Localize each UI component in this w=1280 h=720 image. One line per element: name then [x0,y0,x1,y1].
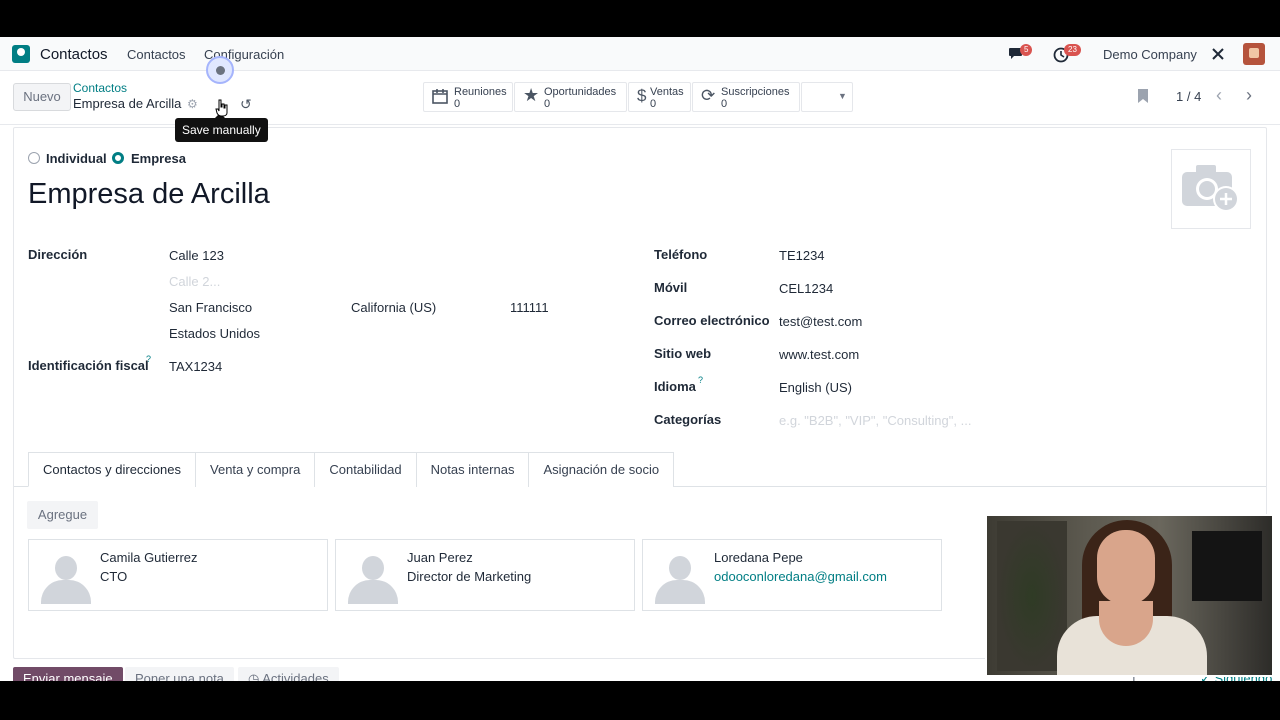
smart-label: Oportunidades [544,86,617,98]
tab-notas-internas[interactable]: Notas internas [415,452,530,487]
chevron-right-icon[interactable]: › [1246,85,1252,106]
language-label: Idioma [654,379,696,394]
smart-value: 0 [454,98,461,110]
new-button[interactable]: Nuevo [13,83,71,111]
app-name[interactable]: Contactos [40,46,108,63]
phone-field[interactable]: TE1234 [779,248,825,263]
contact-card[interactable]: Loredana Pepe odooconloredana@gmail.com [642,539,942,611]
smart-button-more[interactable]: ▼ [801,82,853,112]
website-label: Sitio web [654,346,712,361]
avatar-placeholder-icon [37,554,93,604]
photo-upload[interactable] [1171,149,1251,229]
bookmark-icon[interactable] [1137,88,1149,104]
contact-name: Loredana Pepe [714,550,803,565]
clock-icon: ◷ [248,671,263,681]
street2-field[interactable]: Calle 2... [169,274,220,289]
contact-card[interactable]: Juan Perez Director de Marketing [335,539,635,611]
top-navbar: Contactos Contactos Configuración 5 23 D… [0,37,1280,71]
language-field[interactable]: English (US) [779,380,852,395]
log-note-button[interactable]: Poner una nota [125,667,234,681]
smart-value: 0 [544,98,551,110]
radio-company-label[interactable]: Empresa [131,151,186,166]
vat-field[interactable]: TAX1234 [169,359,222,374]
contact-name: Juan Perez [407,550,473,565]
contact-card[interactable]: Camila Gutierrez CTO [28,539,328,611]
camera-plus-icon [1182,165,1239,212]
email-label: Correo electrónico [654,313,770,328]
radio-individual[interactable] [28,152,40,164]
pager-value[interactable]: 1 / 4 [1176,89,1201,104]
vat-label: Identificación fiscal [28,358,149,373]
street-field[interactable]: Calle 123 [169,248,224,263]
smart-button-suscripciones[interactable]: ⟳ Suscripciones 0 [692,82,800,112]
messages-badge: 5 [1020,44,1033,56]
email-field[interactable]: test@test.com [779,314,862,329]
avatar-placeholder-icon [651,554,707,604]
mobile-label: Móvil [654,280,688,295]
refresh-icon: ⟳ [701,86,716,105]
send-message-button[interactable]: Enviar mensaje [13,667,123,681]
smart-value: 0 [650,98,657,110]
partner-name-field[interactable]: Empresa de Arcilla [28,178,270,211]
smart-button-reuniones[interactable]: Reuniones 0 [423,82,513,112]
save-tooltip: Save manually [175,113,268,142]
webcam-plant [997,521,1067,671]
tab-venta-compra[interactable]: Venta y compra [195,452,316,487]
notebook-tabs: Contactos y direcciones Venta y compra C… [28,452,675,487]
activities-button[interactable]: ◷ Actividades [238,667,339,681]
dollar-icon: $ [637,86,647,105]
smart-button-oportunidades[interactable]: ★ Oportunidades 0 [514,82,627,112]
breadcrumb-parent[interactable]: Contactos [73,81,127,95]
country-field[interactable]: Estados Unidos [169,326,260,341]
calendar-icon [432,88,448,109]
hand-cursor-icon [215,99,229,117]
save-cloud-icon[interactable] [206,56,234,84]
radio-company[interactable] [112,152,124,164]
tags-label: Categorías [654,412,722,427]
mobile-field[interactable]: CEL1234 [779,281,833,296]
user-avatar[interactable] [1243,43,1265,65]
contact-function: Director de Marketing [407,569,532,584]
chevron-left-icon[interactable]: ‹ [1216,85,1222,106]
gear-icon[interactable]: ⚙ [187,97,198,111]
tab-contabilidad[interactable]: Contabilidad [314,452,417,487]
smart-label: Suscripciones [721,86,790,98]
caret-down-icon: ▼ [838,91,847,101]
contacts-app-icon[interactable] [12,45,30,63]
webcam-overlay [985,514,1274,677]
breadcrumb-current: Empresa de Arcilla [73,96,182,111]
menu-contactos[interactable]: Contactos [127,47,186,62]
control-panel: Nuevo Contactos Empresa de Arcilla ⚙ ↺ R… [0,56,1280,125]
smart-label: Reuniones [454,86,507,98]
smart-value: 0 [721,98,728,110]
avatar-placeholder-icon [344,554,400,604]
address-label: Dirección [28,247,88,262]
smart-label: Ventas [650,86,684,98]
vat-help-icon[interactable]: ? [146,354,151,364]
language-help-icon[interactable]: ? [698,375,703,385]
activities-label: Actividades [262,671,329,681]
webcam-tv [1192,531,1262,601]
contact-function: CTO [100,569,128,584]
tab-contactos-direcciones[interactable]: Contactos y direcciones [28,452,197,487]
tags-field[interactable]: e.g. "B2B", "VIP", "Consulting", ... [779,413,971,428]
zip-field[interactable]: 111111 [510,300,549,315]
city-field[interactable]: San Francisco [169,300,252,315]
state-field[interactable]: California (US) [351,300,436,315]
contact-email-link[interactable]: odooconloredana@gmail.com [714,569,887,584]
add-contact-button[interactable]: Agregue [27,501,98,529]
star-icon: ★ [523,85,540,105]
contact-name: Camila Gutierrez [100,550,198,565]
tab-asignacion-socio[interactable]: Asignación de socio [528,452,675,487]
company-switcher[interactable]: Demo Company [1103,47,1197,62]
activities-badge: 23 [1064,44,1081,56]
phone-label: Teléfono [654,247,708,262]
discard-undo-icon[interactable]: ↺ [240,96,252,113]
debug-tools-icon[interactable] [1211,47,1225,61]
smart-button-ventas[interactable]: $ Ventas 0 [628,82,691,112]
radio-individual-label[interactable]: Individual [46,151,107,166]
webcam-person-face [1097,530,1155,605]
odoo-screen: Contactos Contactos Configuración 5 23 D… [0,37,1280,681]
website-field[interactable]: www.test.com [779,347,859,362]
